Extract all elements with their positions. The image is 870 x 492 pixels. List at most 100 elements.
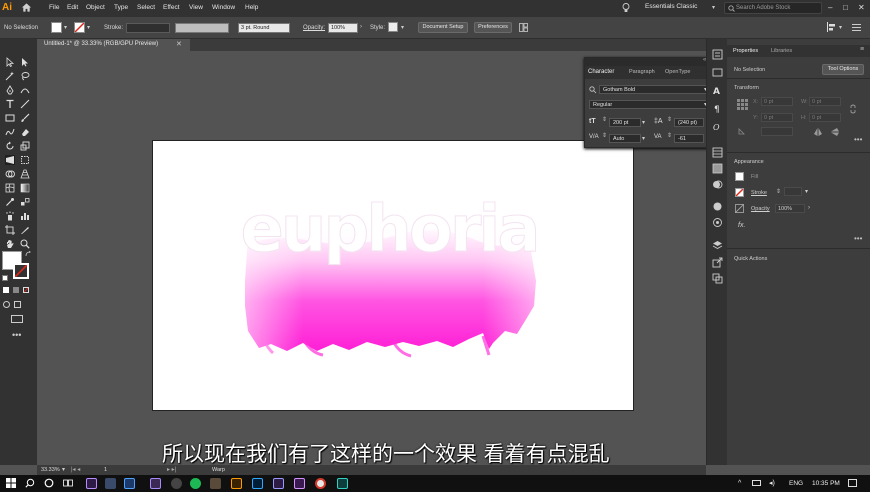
width-tool-icon[interactable] xyxy=(5,155,15,165)
opentype-icon[interactable]: O xyxy=(712,121,723,132)
notifications-icon[interactable] xyxy=(848,479,857,487)
stroke-swatch[interactable] xyxy=(735,188,744,197)
chevron-down-icon[interactable]: ▾ xyxy=(642,119,645,126)
lasso-tool-icon[interactable] xyxy=(20,71,30,81)
panel-header[interactable]: « xyxy=(585,57,714,66)
close-button[interactable]: ✕ xyxy=(858,3,865,12)
fill-swatch[interactable] xyxy=(735,172,744,181)
gradient-tool-icon[interactable] xyxy=(20,183,30,193)
tab-paragraph[interactable]: Paragraph xyxy=(629,69,655,75)
artboard-tool-icon[interactable] xyxy=(5,225,15,235)
artboards-icon[interactable] xyxy=(712,273,723,284)
arrange-documents-icon[interactable] xyxy=(519,23,528,32)
menu-view[interactable]: View xyxy=(189,4,203,11)
flip-vertical-icon[interactable] xyxy=(831,128,839,136)
transparency-icon[interactable] xyxy=(712,179,723,190)
gradient-icon[interactable] xyxy=(712,163,723,174)
artboard-number[interactable]: 1 xyxy=(104,467,107,473)
pen-tool-icon[interactable] xyxy=(5,85,15,95)
chevron-down-icon[interactable]: ▾ xyxy=(62,466,65,473)
leading-field[interactable]: (240 pt) xyxy=(674,118,704,127)
menu-file[interactable]: File xyxy=(49,4,59,11)
chevron-right-icon[interactable]: › xyxy=(808,205,810,211)
chevron-down-icon[interactable]: ▾ xyxy=(839,24,842,31)
more-options-icon[interactable]: ••• xyxy=(854,135,862,144)
none-mode-icon[interactable] xyxy=(23,287,29,293)
tab-document[interactable]: Untitled-1* @ 33.33% (RGB/GPU Preview) xyxy=(40,39,190,51)
chevron-right-icon[interactable]: › xyxy=(360,24,362,30)
chevron-down-icon[interactable]: ▾ xyxy=(401,24,404,31)
preferences-button[interactable]: Preferences xyxy=(474,22,512,33)
reference-point-icon[interactable] xyxy=(737,99,748,110)
line-segment-tool-icon[interactable] xyxy=(20,99,30,109)
chevron-down-icon[interactable]: ▾ xyxy=(87,24,90,31)
stroke-swatch[interactable] xyxy=(74,22,85,33)
stroke-weight-field[interactable] xyxy=(784,187,802,196)
dimension-taskbar-icon[interactable] xyxy=(337,478,348,489)
more-options-icon[interactable]: ••• xyxy=(854,234,862,243)
menu-select[interactable]: Select xyxy=(137,4,155,11)
maximize-button[interactable]: □ xyxy=(843,3,848,12)
tool-options-button[interactable]: Tool Options xyxy=(822,64,864,75)
y-field[interactable]: 0 pt xyxy=(761,113,793,122)
premiere-pro-taskbar-icon[interactable] xyxy=(273,478,284,489)
euphoria-artwork[interactable]: euphoria xyxy=(153,141,634,411)
photoshop-taskbar-icon[interactable] xyxy=(252,478,263,489)
shape-builder-tool-icon[interactable] xyxy=(5,169,15,179)
blend-tool-icon[interactable] xyxy=(20,197,30,207)
paintbrush-tool-icon[interactable] xyxy=(20,113,30,123)
stock-search-input[interactable]: Search Adobe Stock xyxy=(724,2,822,14)
default-colors-icon[interactable] xyxy=(2,275,8,281)
draw-mode-icon[interactable] xyxy=(3,301,10,308)
slice-tool-icon[interactable] xyxy=(20,225,30,235)
fx-icon[interactable]: fx. xyxy=(738,222,745,229)
rotate-icon[interactable] xyxy=(737,127,746,136)
fill-swatch[interactable] xyxy=(51,22,62,33)
edit-toolbar-icon[interactable]: ••• xyxy=(12,330,21,340)
layers-icon[interactable] xyxy=(712,240,723,251)
chevron-down-icon[interactable]: ▾ xyxy=(642,135,645,142)
lightbulb-icon[interactable] xyxy=(622,3,630,13)
variable-width-profile[interactable] xyxy=(175,23,229,33)
type-tool-icon[interactable] xyxy=(5,99,15,109)
scale-tool-icon[interactable] xyxy=(20,141,30,151)
artboard[interactable]: euphoria xyxy=(152,140,634,411)
align-icon[interactable] xyxy=(826,22,836,32)
kerning-field[interactable]: Auto xyxy=(609,134,641,143)
stepper-icon[interactable]: ⇕ xyxy=(602,116,607,123)
properties-icon[interactable] xyxy=(712,49,723,60)
rectangle-tool-icon[interactable] xyxy=(5,113,15,123)
opacity-label[interactable]: Opacity: xyxy=(303,25,325,31)
chrome-taskbar-icon[interactable] xyxy=(315,478,326,489)
tab-libraries[interactable]: Libraries xyxy=(771,48,792,54)
premiere-taskbar-icon[interactable] xyxy=(150,478,161,489)
mesh-tool-icon[interactable] xyxy=(5,183,15,193)
tab-character[interactable]: Character xyxy=(588,69,614,75)
windows-start-icon[interactable] xyxy=(6,478,16,488)
obs-taskbar-icon[interactable] xyxy=(171,478,182,489)
zoom-level[interactable]: 33.33% xyxy=(41,467,60,473)
eyedropper-tool-icon[interactable] xyxy=(5,197,15,207)
constrain-proportions-icon[interactable] xyxy=(849,104,857,114)
opacity-field[interactable]: 100% xyxy=(328,23,358,33)
opacity-icon[interactable] xyxy=(735,204,744,213)
close-tab-icon[interactable]: ✕ xyxy=(176,40,182,48)
opacity-label[interactable]: Opacity xyxy=(751,206,770,212)
menu-window[interactable]: Window xyxy=(212,4,235,11)
swatches-icon[interactable] xyxy=(712,147,723,158)
graphic-style-swatch[interactable] xyxy=(388,22,398,32)
character-icon[interactable]: A xyxy=(712,85,723,96)
panel-menu-icon[interactable] xyxy=(852,23,861,32)
h-field[interactable]: 0 pt xyxy=(809,113,841,122)
menu-help[interactable]: Help xyxy=(245,4,258,11)
stroke-label[interactable]: Stroke xyxy=(751,190,767,196)
menu-edit[interactable]: Edit xyxy=(67,4,78,11)
tab-opentype[interactable]: OpenType xyxy=(665,69,690,75)
cortana-icon[interactable] xyxy=(44,478,54,488)
w-field[interactable]: 0 pt xyxy=(809,97,841,106)
language-indicator[interactable]: ENG xyxy=(789,480,803,487)
paragraph-icon[interactable]: ¶ xyxy=(712,103,723,114)
stepper-icon[interactable]: ⇕ xyxy=(667,132,672,139)
font-style-field[interactable]: Regular xyxy=(589,100,711,109)
file-explorer-taskbar-icon[interactable] xyxy=(210,478,221,489)
